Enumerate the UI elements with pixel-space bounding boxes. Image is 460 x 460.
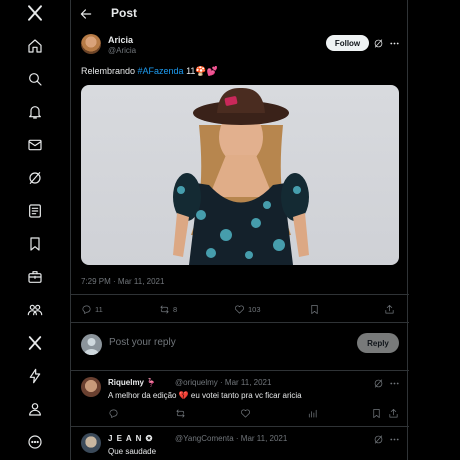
comment-like-action[interactable] bbox=[240, 407, 251, 419]
bookmark-action[interactable] bbox=[309, 303, 320, 315]
repost-icon bbox=[160, 304, 169, 314]
commenter-name-text: Riquelmy bbox=[108, 378, 145, 387]
commenter-name[interactable]: J E A N ✪ bbox=[108, 434, 153, 443]
premium-x-icon[interactable] bbox=[24, 332, 46, 354]
divider bbox=[71, 370, 409, 371]
hashtag-link[interactable]: #AFazenda bbox=[138, 66, 184, 76]
author-avatar[interactable] bbox=[81, 34, 101, 54]
comment-text-suffix: eu votei tanto pra vc ficar aricia bbox=[188, 391, 302, 400]
share-action[interactable] bbox=[384, 303, 395, 315]
comment-reply-action[interactable] bbox=[108, 407, 119, 419]
views-icon bbox=[308, 409, 317, 418]
verified-orgs-icon[interactable] bbox=[24, 365, 46, 387]
repost-icon bbox=[176, 408, 185, 418]
author-handle[interactable]: @Aricia bbox=[108, 46, 136, 55]
post-text-suffix: 11 bbox=[183, 66, 196, 76]
post-photo-illustration bbox=[173, 87, 309, 265]
divider bbox=[71, 322, 409, 323]
bell-icon[interactable] bbox=[24, 101, 46, 123]
grok-icon[interactable] bbox=[373, 38, 384, 49]
divider bbox=[71, 294, 409, 295]
share-icon bbox=[389, 408, 398, 418]
grok-icon[interactable] bbox=[373, 378, 384, 389]
reply-button[interactable]: Reply bbox=[357, 333, 399, 353]
page-header: Post bbox=[71, 0, 409, 28]
commenter-avatar[interactable] bbox=[81, 377, 101, 397]
like-action[interactable]: 103 bbox=[234, 303, 261, 315]
comment-views-action[interactable] bbox=[307, 407, 318, 419]
page-title: Post bbox=[111, 6, 138, 20]
comment-text: Que saudade bbox=[108, 447, 156, 456]
left-nav bbox=[0, 0, 70, 460]
back-arrow-icon[interactable] bbox=[79, 7, 93, 21]
bookmark-icon bbox=[373, 408, 380, 418]
repost-action[interactable]: 8 bbox=[159, 303, 177, 315]
more-circle-icon[interactable] bbox=[24, 431, 46, 453]
more-options-icon[interactable] bbox=[389, 378, 400, 389]
profile-icon[interactable] bbox=[24, 398, 46, 420]
reply-icon bbox=[109, 408, 118, 418]
divider bbox=[71, 426, 409, 427]
grok-icon[interactable] bbox=[373, 434, 384, 445]
bookmark-icon[interactable] bbox=[24, 233, 46, 255]
author-name[interactable]: Aricia bbox=[108, 35, 133, 45]
commenter-name-emoji: ✪ bbox=[145, 434, 154, 443]
post-text-prefix: Relembrando bbox=[81, 66, 138, 76]
follow-button[interactable]: Follow bbox=[326, 35, 369, 51]
home-icon[interactable] bbox=[24, 35, 46, 57]
more-options-icon[interactable] bbox=[389, 38, 400, 49]
comment-text-prefix: A melhor da edição bbox=[108, 391, 179, 400]
reply-icon bbox=[82, 304, 91, 314]
comment-repost-action[interactable] bbox=[175, 407, 186, 419]
current-user-avatar bbox=[81, 334, 102, 355]
commenter-name[interactable]: Riquelmy 🦩 bbox=[108, 378, 156, 387]
post-timestamp[interactable]: 7:29 PM · Mar 11, 2021 bbox=[81, 277, 164, 286]
commenter-name-text: J E A N bbox=[108, 434, 143, 443]
heart-icon bbox=[235, 304, 244, 314]
heart-icon bbox=[241, 408, 250, 418]
commenter-avatar[interactable] bbox=[81, 433, 101, 453]
bookmark-icon bbox=[311, 304, 318, 314]
like-count: 103 bbox=[248, 304, 261, 314]
comment-bookmark-action[interactable] bbox=[371, 407, 382, 419]
jobs-icon[interactable] bbox=[24, 266, 46, 288]
comment-meta[interactable]: @oriquelmy · Mar 11, 2021 bbox=[175, 378, 271, 387]
x-logo-icon[interactable] bbox=[24, 2, 46, 24]
reply-input[interactable]: Post your reply bbox=[109, 337, 176, 348]
comment-text-prefix: Que saudade bbox=[108, 447, 157, 456]
share-icon bbox=[385, 304, 394, 314]
comment-share-action[interactable] bbox=[388, 407, 399, 419]
post-image[interactable] bbox=[81, 85, 399, 265]
communities-icon[interactable] bbox=[24, 299, 46, 321]
reply-count: 11 bbox=[95, 304, 103, 314]
commenter-name-emoji: 🦩 bbox=[146, 378, 157, 387]
more-options-icon[interactable] bbox=[389, 434, 400, 445]
lists-icon[interactable] bbox=[24, 200, 46, 222]
grok-icon[interactable] bbox=[24, 167, 46, 189]
repost-count: 8 bbox=[173, 304, 178, 314]
search-icon[interactable] bbox=[24, 68, 46, 90]
mail-icon[interactable] bbox=[24, 134, 46, 156]
post-text-emoji: 🍄💕 bbox=[195, 66, 218, 76]
comment-text-emoji: 💔 bbox=[178, 391, 189, 400]
comment-text: A melhor da edição 💔 eu votei tanto pra … bbox=[108, 391, 302, 400]
comment-meta[interactable]: @YangComenta · Mar 11, 2021 bbox=[175, 434, 287, 443]
reply-action[interactable]: 11 bbox=[81, 303, 103, 315]
post-detail-column: Post Aricia @Aricia Follow Relembrando #… bbox=[70, 0, 409, 460]
post-text: Relembrando #AFazenda 11🍄💕 bbox=[81, 66, 218, 77]
